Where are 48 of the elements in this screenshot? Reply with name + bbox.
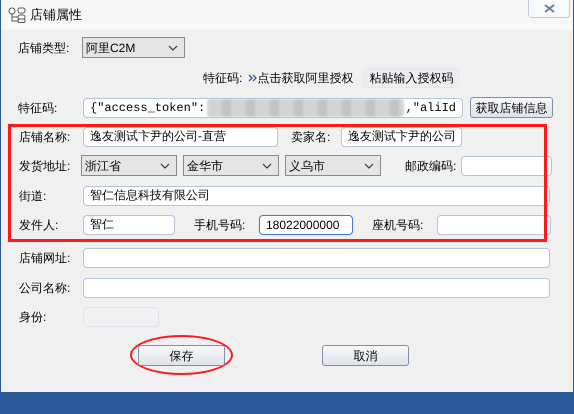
field-value: {"access_token":: [90, 100, 206, 116]
field-label: 店铺网址:: [19, 250, 72, 266]
input-field[interactable]: 逸友测试卞尹的公司-直营: [83, 126, 278, 146]
chevron-icon: [262, 162, 272, 168]
input-field[interactable]: [83, 248, 550, 268]
field-label: 发件人:: [19, 216, 60, 234]
field-value: ,"aliId: [406, 100, 456, 116]
dropdown-value: 金华市: [187, 158, 223, 174]
field-label: 身份:: [19, 308, 48, 326]
dialog-button[interactable]: 保存: [138, 345, 225, 366]
window-title: 店铺属性: [30, 6, 82, 24]
field-label: 店铺名称:: [19, 128, 72, 146]
input-field[interactable]: 智仁信息科技有限公司: [83, 186, 550, 206]
input-field[interactable]: [83, 278, 550, 298]
field-label: 座机号码:: [372, 216, 424, 234]
dropdown[interactable]: 金华市: [183, 155, 279, 176]
field-label: 公司名称:: [19, 280, 72, 296]
field-label: 街道:: [19, 188, 48, 204]
field-label: 手机号码:: [194, 216, 246, 234]
chevron-icon: [160, 162, 170, 168]
dropdown[interactable]: 阿里C2M: [82, 37, 185, 58]
chevron-icon: [168, 44, 178, 50]
input-field[interactable]: [437, 214, 551, 234]
dropdown-value: 浙江省: [85, 158, 121, 174]
fetch-shop-button[interactable]: 获取店铺信息: [470, 97, 553, 118]
field-label: 特征码:: [18, 100, 58, 116]
dropdown[interactable]: 义乌市: [285, 155, 381, 176]
field-label: 发货地址:: [19, 158, 72, 174]
tree-icon: [8, 7, 26, 23]
input-field[interactable]: 逸友测试卞尹的公司: [341, 126, 462, 146]
input-field[interactable]: {"access_token": ,"aliId: [83, 98, 463, 118]
field-label: 邮政编码:: [405, 158, 458, 174]
dialog-button[interactable]: 取消: [322, 345, 409, 366]
chevron-icon: [364, 162, 374, 168]
dropdown-value: 义乌市: [289, 158, 325, 174]
field-label: 特征码:: [203, 70, 242, 87]
double-chevron-icon: [248, 74, 258, 82]
input-field[interactable]: 18022000000: [259, 214, 353, 234]
paste-button[interactable]: 粘贴输入授权码: [363, 68, 460, 88]
auth-link[interactable]: 点击获取阿里授权: [248, 69, 354, 87]
dropdown-value: 阿里C2M: [86, 40, 136, 56]
input-field[interactable]: [461, 156, 552, 176]
field-label: 店铺类型:: [18, 40, 70, 56]
dropdown[interactable]: 浙江省: [81, 155, 177, 176]
field-label: 卖家名:: [291, 128, 332, 146]
input-field[interactable]: 智仁: [83, 214, 175, 234]
close-icon: [544, 4, 554, 13]
close-button[interactable]: [528, 0, 570, 18]
